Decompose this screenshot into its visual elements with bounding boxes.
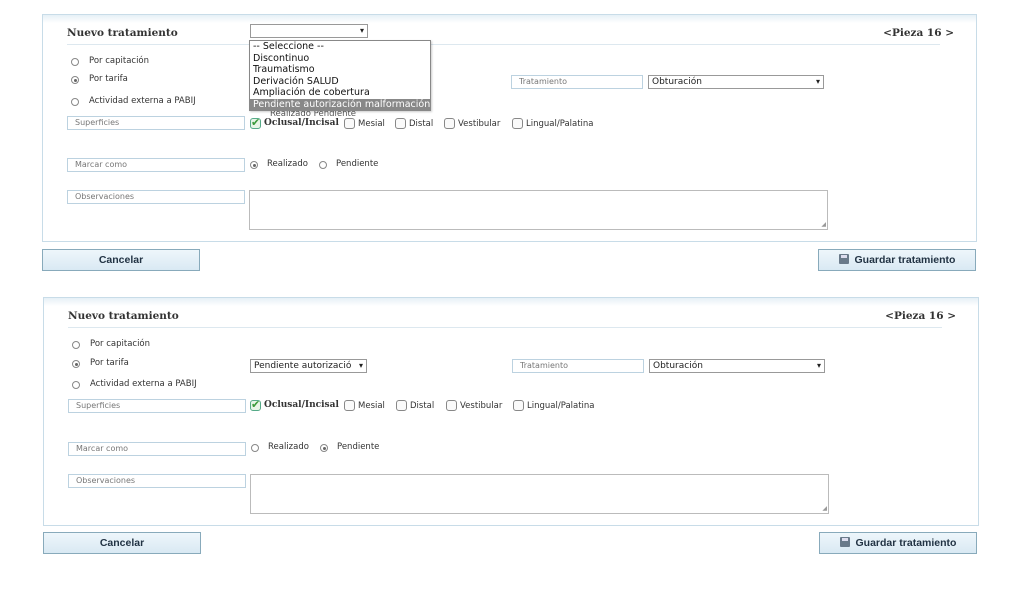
checkbox-label: Vestibular	[460, 401, 503, 411]
checkbox-mesial[interactable]	[344, 118, 355, 129]
resize-handle-icon[interactable]: ◢	[821, 221, 826, 228]
checkbox-vestibular[interactable]	[446, 400, 457, 411]
radio-pendiente[interactable]	[319, 161, 327, 169]
title-divider	[68, 327, 942, 328]
save-icon	[838, 254, 849, 264]
checkbox-oclusal-incisal[interactable]	[250, 398, 261, 411]
checkbox-oclusal-incisal[interactable]	[250, 116, 261, 129]
radio-actividad-externa[interactable]	[71, 98, 79, 106]
radio-label: Por capitación	[90, 339, 151, 349]
dropdown-option[interactable]: Traumatismo	[250, 64, 430, 76]
treatment-panel-2: Nuevo tratamiento <Pieza 16 > Por capita…	[43, 297, 979, 526]
panel-title: Nuevo tratamiento	[67, 27, 178, 39]
observaciones-label: Observaciones	[67, 190, 245, 204]
dropdown-option[interactable]: Derivación SALUD	[250, 76, 430, 88]
cancel-button[interactable]: Cancelar	[43, 532, 201, 554]
radio-por-tarifa[interactable]	[72, 360, 80, 368]
checkbox-mesial[interactable]	[344, 400, 355, 411]
dropdown-option[interactable]: -- Seleccione --	[250, 41, 430, 53]
tratamiento-select[interactable]: Obturación ▾	[648, 75, 824, 89]
motivo-select[interactable]: Pendiente autorizació ▾	[250, 359, 367, 373]
panel-title: Nuevo tratamiento	[68, 310, 179, 322]
checkbox-label: Mesial	[358, 401, 385, 411]
tratamiento-label: Tratamiento	[511, 75, 643, 89]
pieza-label: <Pieza 16 >	[885, 310, 956, 322]
radio-realizado[interactable]	[251, 444, 259, 452]
radio-por-capitacion[interactable]	[71, 58, 79, 66]
checkbox-label: Mesial	[358, 119, 385, 129]
chevron-down-icon: ▾	[358, 361, 363, 370]
motivo-select[interactable]: ▾	[250, 24, 368, 38]
panel-header-bar	[43, 15, 976, 23]
radio-label: Por tarifa	[90, 358, 129, 368]
checkbox-label: Oclusal/Incisal	[264, 400, 339, 410]
checkbox-label: Vestibular	[458, 119, 501, 129]
radio-label: Actividad externa a PABIJ	[90, 379, 197, 389]
resize-handle-icon[interactable]: ◢	[822, 505, 827, 512]
checkbox-label: Lingual/Palatina	[526, 119, 594, 129]
marcar-como-label: Marcar como	[68, 442, 246, 456]
dropdown-option[interactable]: Ampliación de cobertura	[250, 87, 430, 99]
checkbox-lingual-palatina[interactable]	[513, 400, 524, 411]
radio-por-capitacion[interactable]	[72, 341, 80, 349]
superficies-label: Superficies	[67, 116, 245, 130]
marcar-como-label: Marcar como	[67, 158, 245, 172]
pieza-label: <Pieza 16 >	[883, 27, 954, 39]
checkbox-label: Lingual/Palatina	[527, 401, 595, 411]
radio-label: Realizado	[268, 442, 309, 452]
superficies-label: Superficies	[68, 399, 246, 413]
title-divider	[67, 44, 940, 45]
radio-label: Por tarifa	[89, 74, 128, 84]
radio-actividad-externa[interactable]	[72, 381, 80, 389]
radio-realizado[interactable]	[250, 161, 258, 169]
tratamiento-label: Tratamiento	[512, 359, 644, 373]
radio-pendiente[interactable]	[320, 444, 328, 452]
checkbox-vestibular[interactable]	[444, 118, 455, 129]
chevron-down-icon: ▾	[816, 361, 821, 370]
radio-label: Actividad externa a PABIJ	[89, 96, 196, 106]
dropdown-option[interactable]: Discontinuo	[250, 53, 430, 65]
treatment-panel-1: Nuevo tratamiento <Pieza 16 > Por capita…	[42, 14, 977, 242]
chevron-down-icon: ▾	[815, 77, 820, 86]
radio-por-tarifa[interactable]	[71, 76, 79, 84]
checkbox-distal[interactable]	[395, 118, 406, 129]
observaciones-label: Observaciones	[68, 474, 246, 488]
checkbox-lingual-palatina[interactable]	[512, 118, 523, 129]
dropdown-option-selected[interactable]: Pendiente autorización malformación	[250, 98, 430, 110]
motivo-dropdown-list: -- Seleccione -- Discontinuo Traumatismo…	[249, 40, 431, 111]
observaciones-textarea[interactable]: ◢	[250, 474, 829, 514]
radio-label: Pendiente	[337, 442, 380, 452]
save-treatment-button[interactable]: Guardar tratamiento	[818, 249, 976, 271]
panel-header-bar	[44, 298, 978, 306]
checkbox-label: Distal	[409, 119, 434, 129]
checkbox-distal[interactable]	[396, 400, 407, 411]
observaciones-textarea[interactable]: ◢	[249, 190, 828, 230]
tratamiento-select[interactable]: Obturación ▾	[649, 359, 825, 373]
checkbox-label: Oclusal/Incisal	[264, 118, 339, 128]
chevron-down-icon: ▾	[359, 26, 364, 35]
radio-label: Por capitación	[89, 56, 150, 66]
radio-label: Realizado	[267, 159, 308, 169]
save-icon	[839, 537, 850, 547]
radio-label: Pendiente	[336, 159, 379, 169]
cancel-button[interactable]: Cancelar	[42, 249, 200, 271]
checkbox-label: Distal	[410, 401, 435, 411]
save-treatment-button[interactable]: Guardar tratamiento	[819, 532, 977, 554]
